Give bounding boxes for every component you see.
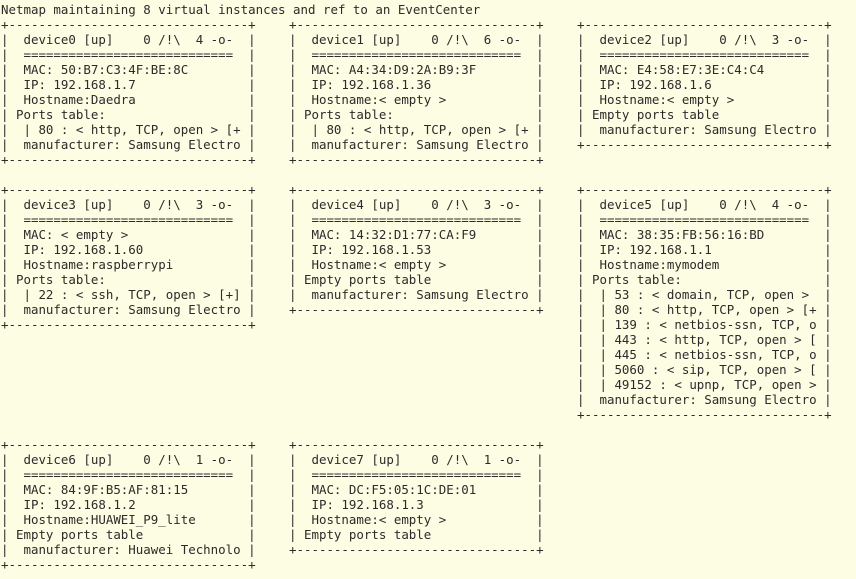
card-line: +--------------------------------+	[577, 137, 832, 152]
card-line: | Ports table: |	[1, 272, 256, 287]
card-line: | Hostname:< empty > |	[289, 92, 544, 107]
card-line: | Empty ports table |	[289, 272, 544, 287]
card-line: | device2 [up] 0 /!\ 3 -o- |	[577, 32, 832, 47]
card-line: | manufacturer: Samsung Electro |	[577, 122, 832, 137]
card-line: +--------------------------------+	[577, 182, 832, 197]
card-line: | ============================ |	[1, 47, 256, 62]
card-line: | MAC: A4:34:D9:2A:B9:3F |	[289, 62, 544, 77]
card-line: | | 5060 : < sip, TCP, open > [ |	[577, 362, 832, 377]
card-line: | | 80 : < http, TCP, open > [+ |	[1, 122, 256, 137]
card-line: | Ports table: |	[289, 107, 544, 122]
card-line: +--------------------------------+	[289, 542, 544, 557]
card-line: +--------------------------------+	[1, 17, 256, 32]
card-line: +--------------------------------+	[289, 152, 544, 167]
device-card-7: +--------------------------------+ | devi…	[289, 437, 544, 557]
card-line: | IP: 192.168.1.2 |	[1, 497, 256, 512]
card-line: | device6 [up] 0 /!\ 1 -o- |	[1, 452, 256, 467]
card-line: | ============================ |	[289, 467, 544, 482]
card-line: | ============================ |	[577, 212, 832, 227]
card-line: | device7 [up] 0 /!\ 1 -o- |	[289, 452, 544, 467]
card-line: | | 139 : < netbios-ssn, TCP, o |	[577, 317, 832, 332]
device-card-0: +--------------------------------+ | devi…	[1, 17, 256, 167]
card-line: | | 80 : < http, TCP, open > [+ |	[289, 122, 544, 137]
device-card-3: +--------------------------------+ | devi…	[1, 182, 256, 332]
card-line: | | 80 : < http, TCP, open > [+ |	[577, 302, 832, 317]
card-line: | ============================ |	[289, 47, 544, 62]
card-line: | ============================ |	[289, 212, 544, 227]
card-line: | device1 [up] 0 /!\ 6 -o- |	[289, 32, 544, 47]
card-line: | device0 [up] 0 /!\ 4 -o- |	[1, 32, 256, 47]
card-line: | MAC: 38:35:FB:56:16:BD |	[577, 227, 832, 242]
card-line: | IP: 192.168.1.6 |	[577, 77, 832, 92]
card-line: | MAC: < empty > |	[1, 227, 256, 242]
card-line: | MAC: 50:B7:C3:4F:BE:8C |	[1, 62, 256, 77]
card-line: +--------------------------------+	[289, 17, 544, 32]
card-line: +--------------------------------+	[289, 302, 544, 317]
card-line: | manufacturer: Samsung Electro |	[289, 137, 544, 152]
card-line: | manufacturer: Samsung Electro |	[1, 302, 256, 317]
card-line: +--------------------------------+	[1, 317, 256, 332]
card-line: | ============================ |	[577, 47, 832, 62]
device-card-6: +--------------------------------+ | devi…	[1, 437, 256, 572]
card-line: | manufacturer: Samsung Electro |	[1, 137, 256, 152]
card-line: | | 53 : < domain, TCP, open > |	[577, 287, 832, 302]
card-line: | manufacturer: Samsung Electro |	[289, 287, 544, 302]
card-line: | | 49152 : < upnp, TCP, open > |	[577, 377, 832, 392]
netmap-header: Netmap maintaining 8 virtual instances a…	[1, 2, 481, 17]
card-line: +--------------------------------+	[1, 557, 256, 572]
card-line: | device3 [up] 0 /!\ 3 -o- |	[1, 197, 256, 212]
card-line: | ============================ |	[1, 467, 256, 482]
device-card-2: +--------------------------------+ | devi…	[577, 17, 832, 152]
card-line: | IP: 192.168.1.3 |	[289, 497, 544, 512]
card-line: | Ports table: |	[577, 272, 832, 287]
card-line: | IP: 192.168.1.60 |	[1, 242, 256, 257]
device-card-4: +--------------------------------+ | devi…	[289, 182, 544, 317]
card-line: | MAC: 14:32:D1:77:CA:F9 |	[289, 227, 544, 242]
card-line: | Ports table: |	[1, 107, 256, 122]
card-line: | Hostname:< empty > |	[289, 512, 544, 527]
card-line: +--------------------------------+	[289, 437, 544, 452]
card-line: +--------------------------------+	[1, 437, 256, 452]
card-line: | device5 [up] 0 /!\ 4 -o- |	[577, 197, 832, 212]
card-line: | | 22 : < ssh, TCP, open > [+] |	[1, 287, 256, 302]
card-line: | IP: 192.168.1.53 |	[289, 242, 544, 257]
card-line: | IP: 192.168.1.36 |	[289, 77, 544, 92]
card-line: +--------------------------------+	[1, 182, 256, 197]
card-line: | MAC: 84:9F:B5:AF:81:15 |	[1, 482, 256, 497]
card-line: | | 443 : < http, TCP, open > [ |	[577, 332, 832, 347]
card-line: +--------------------------------+	[289, 182, 544, 197]
card-line: | Hostname:HUAWEI_P9_lite |	[1, 512, 256, 527]
card-line: +--------------------------------+	[1, 152, 256, 167]
card-line: | Empty ports table |	[289, 527, 544, 542]
card-line: | | 445 : < netbios-ssn, TCP, o |	[577, 347, 832, 362]
card-line: | IP: 192.168.1.1 |	[577, 242, 832, 257]
card-line: | MAC: E4:58:E7:3E:C4:C4 |	[577, 62, 832, 77]
card-line: | Hostname:Daedra |	[1, 92, 256, 107]
card-line: | Hostname:mymodem |	[577, 257, 832, 272]
card-line: +--------------------------------+	[577, 17, 832, 32]
card-line: +--------------------------------+	[577, 407, 832, 422]
card-line: | Empty ports table |	[1, 527, 256, 542]
device-card-5: +--------------------------------+ | devi…	[577, 182, 832, 422]
card-line: | manufacturer: Huawei Technolo |	[1, 542, 256, 557]
card-line: | Empty ports table |	[577, 107, 832, 122]
card-line: | device4 [up] 0 /!\ 3 -o- |	[289, 197, 544, 212]
card-line: | IP: 192.168.1.7 |	[1, 77, 256, 92]
device-card-1: +--------------------------------+ | devi…	[289, 17, 544, 167]
card-line: | MAC: DC:F5:05:1C:DE:01 |	[289, 482, 544, 497]
card-line: | Hostname:raspberrypi |	[1, 257, 256, 272]
card-line: | Hostname:< empty > |	[577, 92, 832, 107]
card-line: | Hostname:< empty > |	[289, 257, 544, 272]
terminal-window: Netmap maintaining 8 virtual instances a…	[0, 0, 856, 579]
card-line: | manufacturer: Samsung Electro |	[577, 392, 832, 407]
card-line: | ============================ |	[1, 212, 256, 227]
